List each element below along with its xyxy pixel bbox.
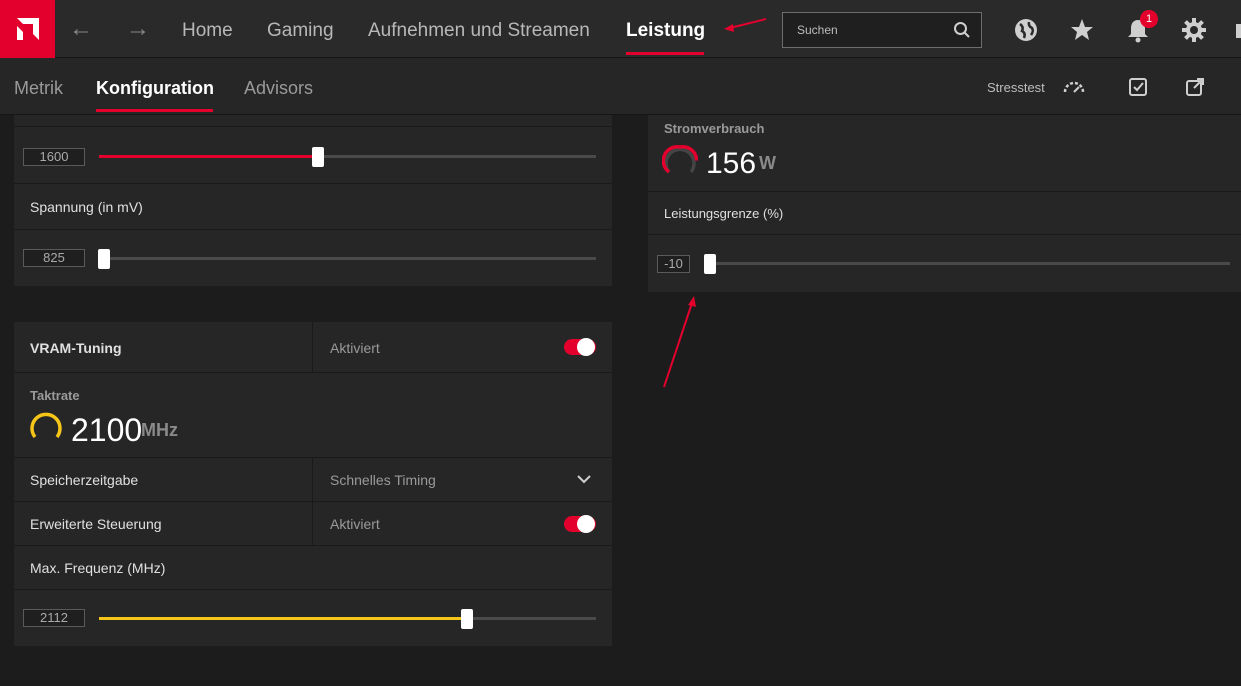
menu-edge-icon[interactable] [1236,24,1241,38]
power-panel: Stromverbrauch 156 W Leistungsgrenze (%)… [648,115,1241,292]
clock-slider-fill [99,155,318,158]
power-usage-row: Stromverbrauch 156 W [648,115,1241,192]
advanced-toggle-knob [577,515,595,533]
gauge-icon[interactable] [1062,76,1085,98]
star-icon[interactable] [1068,16,1096,44]
forward-arrow-icon[interactable]: → [123,14,153,44]
timing-divider [312,458,313,502]
power-usage-label: Stromverbrauch [664,121,765,136]
vram-tuning-panel: VRAM-Tuning Aktiviert Taktrate 2100 MHz … [14,322,612,646]
search-icon [953,21,971,44]
power-limit-slider[interactable] [704,254,1230,274]
nav-record-stream[interactable]: Aufnehmen und Streamen [368,20,590,42]
gear-icon[interactable] [1180,16,1208,44]
tab-configuration[interactable]: Konfiguration [96,78,214,99]
voltage-slider[interactable] [97,249,596,269]
vram-clock-value: 2100 [71,412,143,448]
advanced-control-label: Erweiterte Steuerung [30,516,162,532]
power-limit-input[interactable]: -10 [657,255,690,273]
voltage-label-row: Spannung (in mV) [14,184,612,230]
globe-icon[interactable] [1012,16,1040,44]
nav-performance[interactable]: Leistung [626,20,705,42]
clock-slider-row: 1600 [14,127,612,184]
tab-metrics[interactable]: Metrik [14,78,63,99]
max-frequency-slider[interactable] [99,609,596,629]
notification-badge: 1 [1140,10,1158,28]
vram-clock-unit: MHz [141,420,178,440]
export-icon[interactable] [1184,76,1206,98]
advanced-divider [312,502,313,546]
max-frequency-slider-thumb[interactable] [460,609,473,629]
clock-slider-thumb[interactable] [311,147,324,167]
advanced-control-toggle[interactable] [564,515,596,533]
search-input[interactable]: Suchen [782,12,982,48]
voltage-slider-thumb[interactable] [97,249,110,269]
power-usage-value: 156 [706,147,757,180]
voltage-value-input[interactable]: 825 [23,249,85,267]
vram-divider [312,322,313,373]
voltage-slider-row: 825 [14,230,612,286]
power-gauge-icon [661,143,699,184]
memory-timing-row: Speicherzeitgabe Schnelles Timing [14,458,612,502]
vram-clock-gauge-icon [29,410,63,449]
max-frequency-label: Max. Frequenz (MHz) [30,560,166,576]
max-frequency-slider-row: 2112 [14,590,612,646]
memory-timing-label: Speicherzeitgabe [30,472,139,488]
memory-timing-select[interactable]: Schnelles Timing [330,472,436,488]
max-frequency-label-row: Max. Frequenz (MHz) [14,546,612,590]
max-frequency-slider-fill [99,617,467,620]
advanced-control-status: Aktiviert [330,516,380,532]
apply-check-icon[interactable] [1127,76,1149,98]
advanced-control-row: Erweiterte Steuerung Aktiviert [14,502,612,546]
power-limit-slider-row: -10 [648,235,1241,292]
power-usage-unit: W [759,153,776,173]
sub-navigation-bar: Metrik Konfiguration Advisors Stresstest [0,58,1241,115]
back-arrow-icon[interactable]: ← [66,14,96,44]
vram-clock-row: Taktrate 2100 MHz [14,373,612,458]
vram-clock-label: Taktrate [30,388,80,403]
clock-slider[interactable] [99,147,596,167]
power-limit-label-row: Leistungsgrenze (%) [648,192,1241,235]
vram-header-row: VRAM-Tuning Aktiviert [14,322,612,373]
panel-top-strip [14,115,612,127]
nav-home[interactable]: Home [182,20,233,42]
gpu-tuning-panel: 1600 Spannung (in mV) 825 [14,115,612,286]
vram-toggle[interactable] [564,338,596,356]
power-limit-slider-thumb[interactable] [704,254,716,274]
annotation-arrow-bottom [663,302,693,388]
tab-active-underline [96,109,213,112]
vram-status: Aktiviert [330,340,380,356]
search-placeholder: Suchen [797,23,838,37]
tab-advisors[interactable]: Advisors [244,78,313,99]
chevron-down-icon[interactable] [576,472,592,490]
vram-title: VRAM-Tuning [30,340,122,356]
stresstest-label[interactable]: Stresstest [987,80,1045,95]
max-frequency-input[interactable]: 2112 [23,609,85,627]
nav-active-underline [626,52,704,55]
annotation-arrowhead-bottom [688,296,696,307]
clock-value-input[interactable]: 1600 [23,148,85,166]
voltage-label: Spannung (in mV) [30,199,143,215]
nav-gaming[interactable]: Gaming [267,20,334,42]
power-limit-label: Leistungsgrenze (%) [664,206,784,221]
amd-logo-icon[interactable] [0,0,55,58]
vram-toggle-knob [577,338,595,356]
top-navigation-bar: ← → Home Gaming Aufnehmen und Streamen L… [0,0,1241,58]
